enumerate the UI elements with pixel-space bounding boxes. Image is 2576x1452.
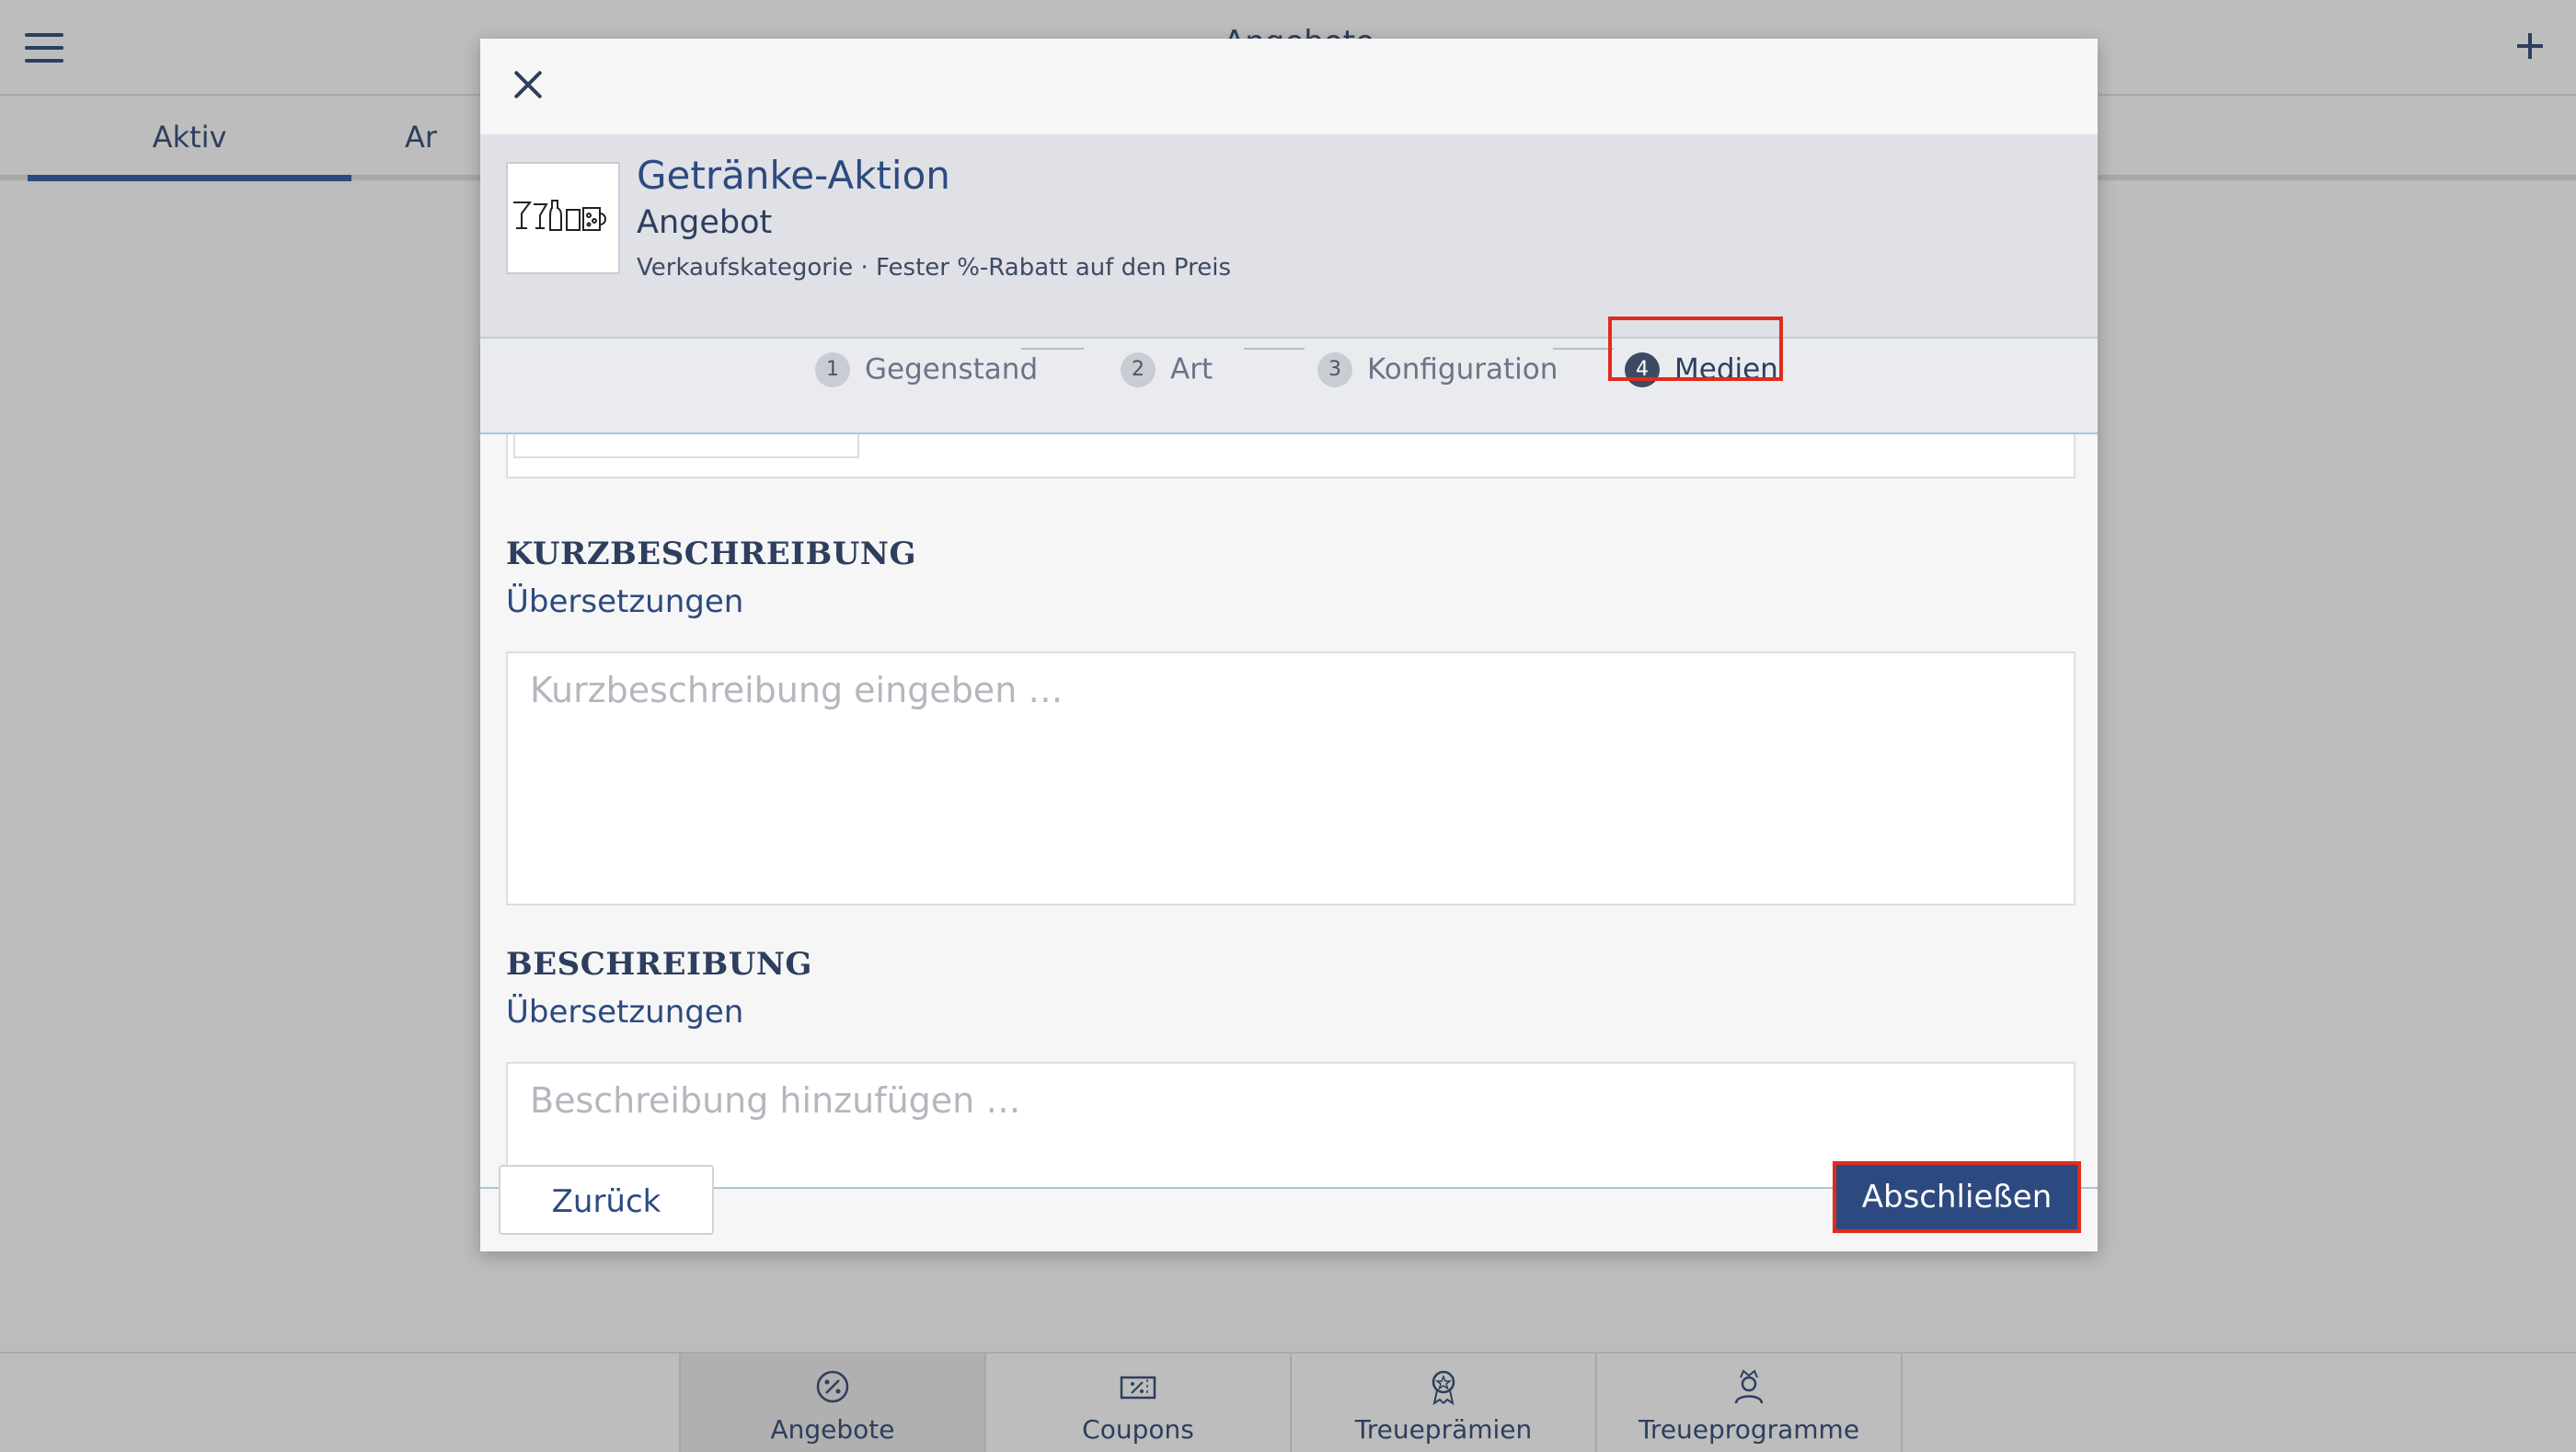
nav-item-treueprogramme[interactable]: Treueprogramme <box>1595 1354 1903 1452</box>
wizard-content: KURZBESCHREIBUNG Übersetzungen Kurzbesch… <box>480 434 2098 1187</box>
coupon-icon <box>1120 1376 1156 1400</box>
modal-top-bar <box>480 39 2098 134</box>
bottom-nav: Angebote Coupons Treueprämien Treueprogr… <box>0 1352 2576 1452</box>
nav-item-coupons[interactable]: Coupons <box>984 1354 1290 1452</box>
close-icon[interactable] <box>508 64 548 105</box>
product-header: Getränke-Aktion Angebot Verkaufskategori… <box>480 134 2098 339</box>
nav-label: Coupons <box>1082 1414 1194 1445</box>
step-gegenstand[interactable]: 1 Gegenstand <box>815 348 1038 388</box>
nav-label: Treueprämien <box>1354 1414 1533 1445</box>
crown-person-icon <box>1734 1369 1764 1404</box>
nav-item-angebote[interactable]: Angebote <box>679 1354 984 1452</box>
back-button[interactable]: Zurück <box>499 1165 714 1235</box>
step-highlight-frame <box>1608 317 1783 381</box>
finish-button[interactable]: Abschließen <box>1833 1161 2081 1233</box>
product-title: Getränke-Aktion <box>637 153 950 198</box>
nav-item-treuepraemien[interactable]: Treueprämien <box>1290 1354 1595 1452</box>
product-meta: Verkaufskategorie · Fester %-Rabatt auf … <box>637 254 1232 282</box>
product-subtitle: Angebot <box>637 204 773 241</box>
description-placeholder: Beschreibung hinzufügen … <box>530 1080 1021 1121</box>
step-connector <box>1553 348 1614 350</box>
short-description-heading: KURZBESCHREIBUNG <box>506 536 917 572</box>
nav-label: Treueprogramme <box>1638 1414 1860 1445</box>
wizard-stepper <box>480 339 2098 434</box>
product-image <box>506 162 620 274</box>
step-number: 2 <box>1121 351 1156 387</box>
step-connector <box>1244 348 1305 350</box>
description-heading: BESCHREIBUNG <box>506 946 812 983</box>
step-label: Gegenstand <box>865 352 1039 386</box>
step-label: Art <box>1170 352 1213 386</box>
step-label: Konfiguration <box>1367 352 1558 386</box>
menu-icon[interactable] <box>25 33 63 63</box>
short-description-translations-link[interactable]: Übersetzungen <box>506 583 743 620</box>
tab-aktiv[interactable]: Aktiv <box>28 96 351 181</box>
short-description-placeholder: Kurzbeschreibung eingeben … <box>530 670 1064 710</box>
nav-label: Angebote <box>770 1414 895 1445</box>
step-number: 3 <box>1317 351 1352 387</box>
drinks-illustration-icon <box>513 200 606 231</box>
step-art[interactable]: 2 Art <box>1121 348 1213 388</box>
step-number: 1 <box>815 351 850 387</box>
description-translations-link[interactable]: Übersetzungen <box>506 994 743 1031</box>
short-description-input[interactable]: Kurzbeschreibung eingeben … <box>506 651 2076 905</box>
percent-badge-icon <box>816 1370 849 1403</box>
add-icon[interactable] <box>2512 28 2548 64</box>
award-icon <box>1432 1370 1455 1405</box>
media-upload-button[interactable] <box>513 434 859 458</box>
offer-wizard-modal: Getränke-Aktion Angebot Verkaufskategori… <box>480 39 2098 1251</box>
step-konfiguration[interactable]: 3 Konfiguration <box>1317 348 1558 388</box>
